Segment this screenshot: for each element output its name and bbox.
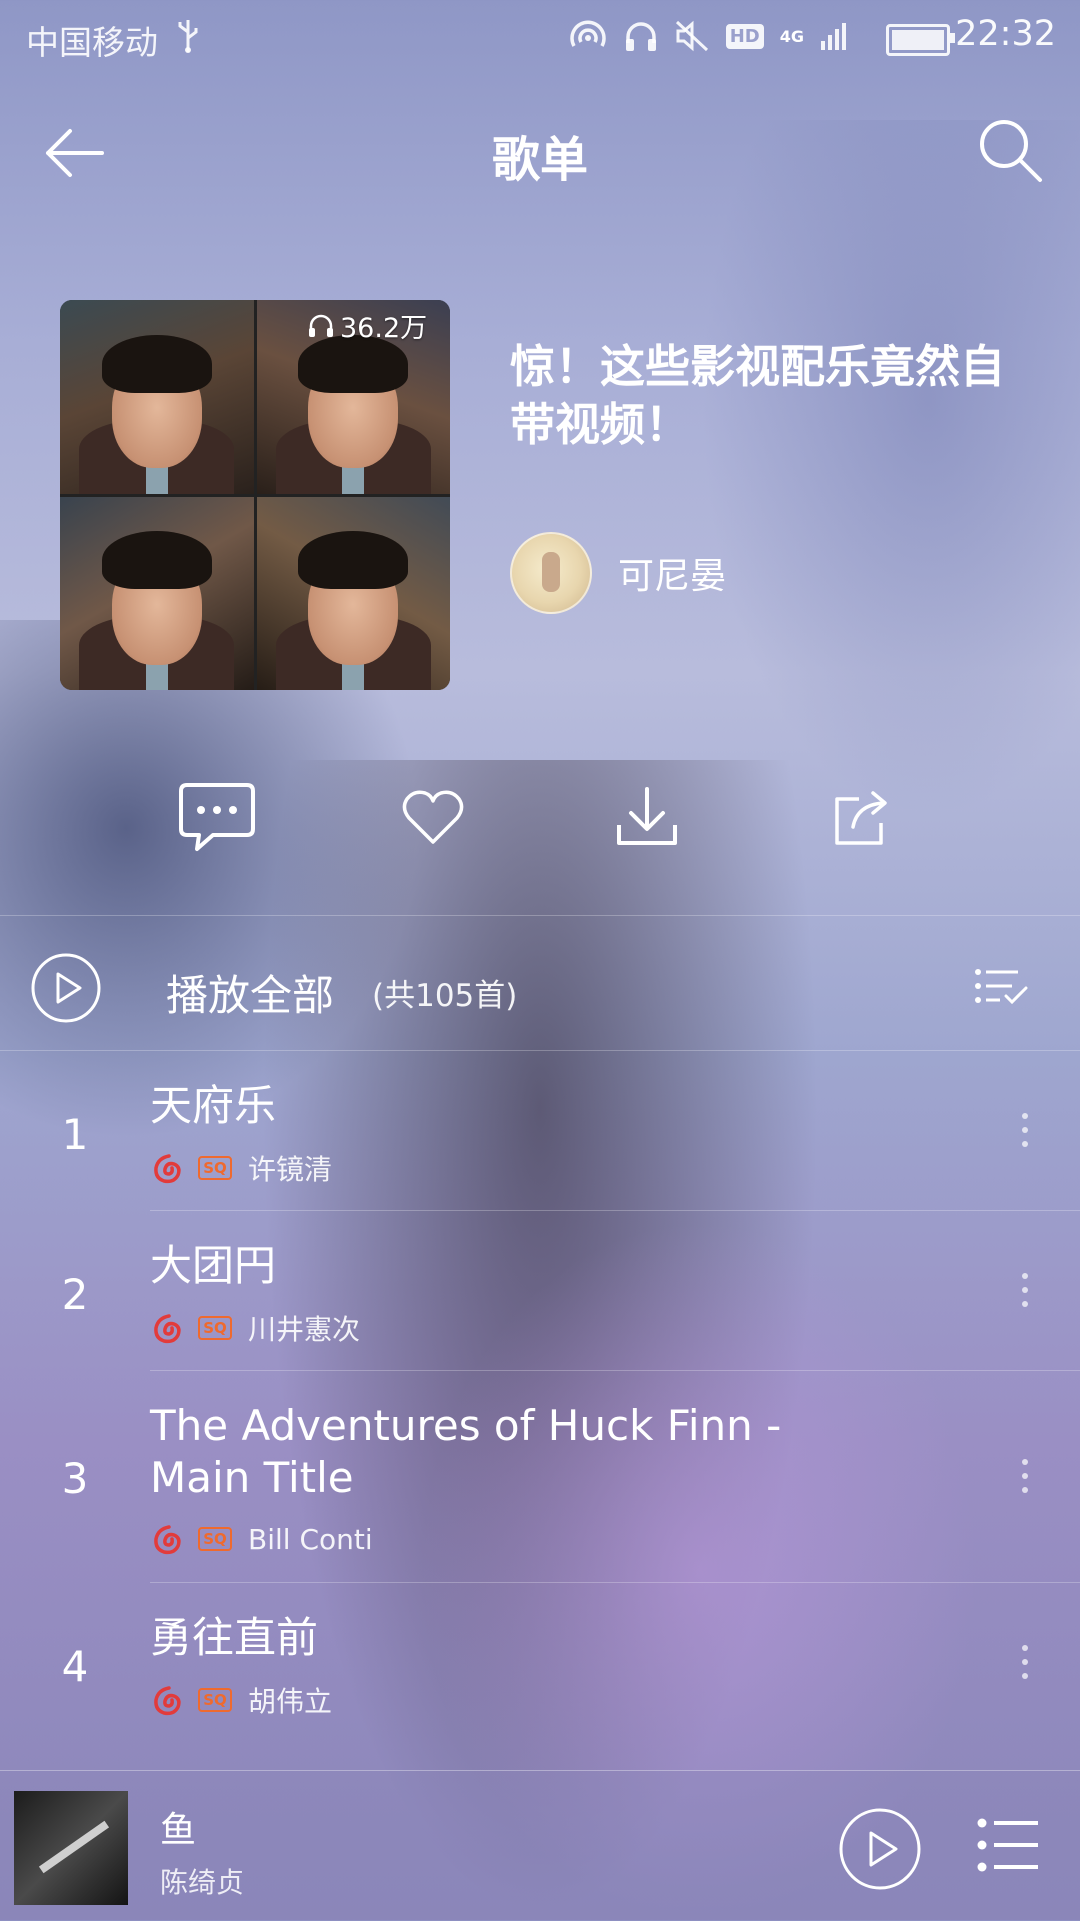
song-meta: SQ Bill Conti bbox=[150, 1522, 373, 1556]
more-options-button[interactable] bbox=[1010, 1446, 1040, 1506]
avatar[interactable] bbox=[510, 532, 592, 614]
netease-logo-icon bbox=[154, 1314, 181, 1344]
download-icon bbox=[617, 787, 677, 845]
creator-info[interactable]: 可尼晏 bbox=[510, 532, 726, 614]
play-button[interactable] bbox=[838, 1807, 922, 1891]
song-artist: Bill Conti bbox=[248, 1522, 373, 1556]
clock: 22:32 bbox=[955, 14, 1056, 54]
song-row[interactable]: 2 大团円 SQ 川井憲次 bbox=[0, 1210, 1080, 1370]
sq-badge: SQ bbox=[198, 1156, 232, 1180]
play-count-value: 36.2万 bbox=[340, 313, 428, 344]
song-title[interactable]: 勇往直前 bbox=[150, 1612, 890, 1664]
more-options-button[interactable] bbox=[1010, 1100, 1040, 1160]
network-label: 4G bbox=[779, 26, 804, 46]
headphones-icon bbox=[625, 22, 656, 51]
action-bar bbox=[0, 772, 1080, 862]
song-index: 2 bbox=[61, 1270, 89, 1319]
share-icon bbox=[835, 791, 887, 845]
creator-name[interactable]: 可尼晏 bbox=[618, 547, 726, 599]
song-artist: 胡伟立 bbox=[248, 1685, 333, 1718]
headphones-icon bbox=[309, 314, 333, 337]
song-index: 4 bbox=[61, 1642, 89, 1691]
comment-button[interactable] bbox=[172, 772, 262, 862]
playlist-cover[interactable] bbox=[60, 300, 450, 690]
hotspot-icon bbox=[570, 20, 606, 47]
song-row[interactable]: 4 勇往直前 SQ 胡伟立 bbox=[0, 1582, 1080, 1742]
play-count: 36.2万 bbox=[308, 306, 427, 345]
netease-logo-icon bbox=[154, 1686, 181, 1716]
background-decoration bbox=[700, 120, 1080, 820]
page-title: 歌单 bbox=[491, 132, 588, 188]
more-options-button[interactable] bbox=[1010, 1632, 1040, 1692]
now-playing-artist: 陈绮贞 bbox=[160, 1866, 245, 1899]
play-all-row[interactable]: 播放全部 (共105首) bbox=[0, 916, 1080, 1046]
song-index: 3 bbox=[61, 1454, 89, 1503]
sq-badge: SQ bbox=[198, 1527, 232, 1551]
carrier-label: 中国移动 bbox=[26, 23, 158, 62]
more-options-button[interactable] bbox=[1010, 1260, 1040, 1320]
favorite-button[interactable] bbox=[388, 772, 478, 862]
song-title[interactable]: 天府乐 bbox=[150, 1080, 890, 1132]
song-meta: SQ 胡伟立 bbox=[150, 1680, 332, 1720]
comment-icon bbox=[179, 783, 255, 851]
song-title[interactable]: The Adventures of Huck Finn - Main Title bbox=[150, 1400, 890, 1504]
hd-badge: HD bbox=[725, 23, 764, 49]
playlist-queue-icon[interactable] bbox=[976, 1815, 1042, 1875]
song-meta: SQ 许镜清 bbox=[150, 1148, 332, 1188]
song-meta: SQ 川井憲次 bbox=[150, 1308, 360, 1348]
share-button[interactable] bbox=[818, 772, 908, 862]
song-row[interactable]: 1 天府乐 SQ 许镜清 bbox=[0, 1050, 1080, 1210]
heart-icon bbox=[402, 790, 464, 844]
song-index: 1 bbox=[61, 1110, 89, 1159]
usb-icon bbox=[178, 20, 198, 53]
sq-badge: SQ bbox=[198, 1688, 232, 1712]
mute-icon bbox=[675, 20, 708, 52]
now-playing-title[interactable]: 鱼 bbox=[160, 1801, 196, 1853]
play-all-icon[interactable] bbox=[30, 952, 102, 1024]
play-all-label[interactable]: 播放全部 bbox=[166, 962, 334, 1023]
download-button[interactable] bbox=[602, 772, 692, 862]
playlist-title: 惊！这些影视配乐竟然自带视频！ bbox=[510, 340, 1006, 451]
mini-player[interactable]: 鱼 陈绮贞 bbox=[0, 1770, 1080, 1921]
song-count: (共105首) bbox=[372, 978, 518, 1014]
multiselect-icon[interactable] bbox=[974, 966, 1028, 1008]
battery-icon bbox=[886, 24, 955, 56]
song-row[interactable]: 3 The Adventures of Huck Finn - Main Tit… bbox=[0, 1370, 1080, 1582]
signal-icon bbox=[821, 23, 846, 50]
status-bar: 中国移动 HD 4G 22:32 bbox=[0, 0, 1080, 74]
netease-logo-icon bbox=[154, 1154, 181, 1184]
sq-badge: SQ bbox=[198, 1316, 232, 1340]
netease-logo-icon bbox=[154, 1525, 181, 1555]
song-artist: 川井憲次 bbox=[248, 1313, 361, 1346]
song-artist: 许镜清 bbox=[248, 1153, 333, 1186]
search-button[interactable] bbox=[974, 114, 1046, 186]
song-title[interactable]: 大团円 bbox=[150, 1240, 890, 1292]
album-art[interactable] bbox=[14, 1791, 128, 1905]
